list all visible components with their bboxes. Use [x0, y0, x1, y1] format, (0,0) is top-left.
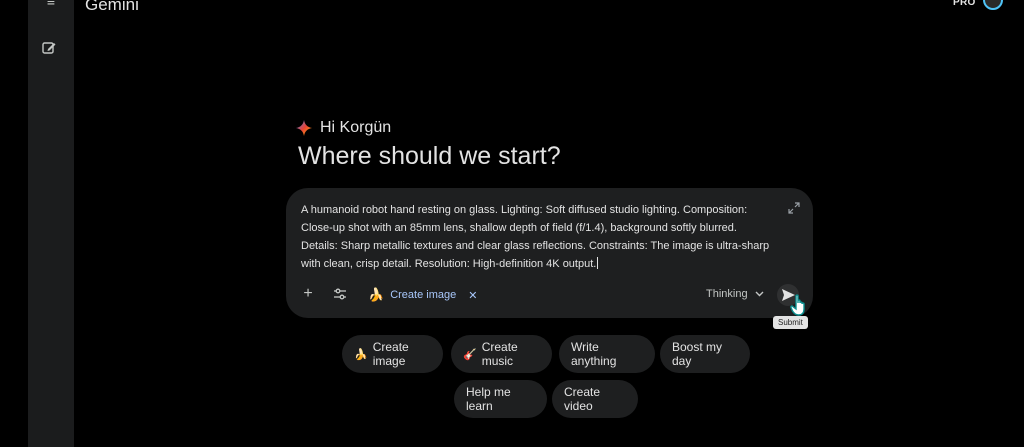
create-image-chip[interactable]: 🍌 Create image ✕	[368, 286, 477, 304]
banana-icon: 🍌	[368, 287, 385, 302]
suggestion-write-anything[interactable]: Write anything	[559, 335, 655, 373]
suggestion-label: Create video	[564, 385, 601, 413]
banana-icon: 🍌	[354, 348, 368, 361]
suggestion-create-image[interactable]: 🍌 Create image	[342, 335, 443, 373]
prompt-input[interactable]: A humanoid robot hand resting on glass. …	[301, 201, 771, 273]
plus-icon[interactable]: +	[300, 286, 316, 302]
app-title: Gemini	[85, 0, 139, 14]
suggestion-help-me-learn[interactable]: Help me learn	[454, 380, 547, 418]
avatar[interactable]	[983, 0, 1003, 10]
sidebar: ≡	[28, 0, 74, 447]
gemini-sparkle-icon	[296, 120, 312, 136]
headline: Where should we start?	[298, 142, 561, 170]
text-caret	[597, 257, 599, 269]
close-icon[interactable]: ✕	[468, 289, 477, 302]
greeting: Hi Korgün	[296, 119, 391, 137]
expand-icon[interactable]	[788, 202, 800, 214]
hand-cursor-icon	[790, 294, 805, 316]
prompt-box: A humanoid robot hand resting on glass. …	[286, 188, 813, 318]
plan-badge: PRO	[953, 0, 976, 8]
mode-selector[interactable]: Thinking	[706, 288, 764, 300]
mode-label: Thinking	[706, 288, 748, 300]
suggestion-create-video[interactable]: Create video	[552, 380, 638, 418]
edit-square-icon[interactable]	[41, 40, 57, 56]
tools-icon[interactable]	[333, 287, 347, 301]
guitar-icon: 🎸	[463, 348, 477, 361]
suggestion-boost-my-day[interactable]: Boost my day	[660, 335, 750, 373]
suggestion-label: Help me learn	[466, 385, 511, 413]
chevron-down-icon	[755, 291, 764, 297]
suggestion-label: Boost my day	[672, 340, 723, 368]
submit-tooltip: Submit	[773, 316, 808, 329]
suggestion-create-music[interactable]: 🎸 Create music	[451, 335, 552, 373]
suggestion-label: Write anything	[571, 340, 617, 368]
greeting-text: Hi Korgün	[320, 119, 392, 136]
suggestion-label: Create music	[481, 340, 518, 368]
prompt-value: A humanoid robot hand resting on glass. …	[301, 204, 770, 270]
menu-icon[interactable]: ≡	[42, 0, 60, 8]
chip-label: Create image	[390, 289, 457, 301]
suggestion-label: Create image	[372, 340, 409, 368]
